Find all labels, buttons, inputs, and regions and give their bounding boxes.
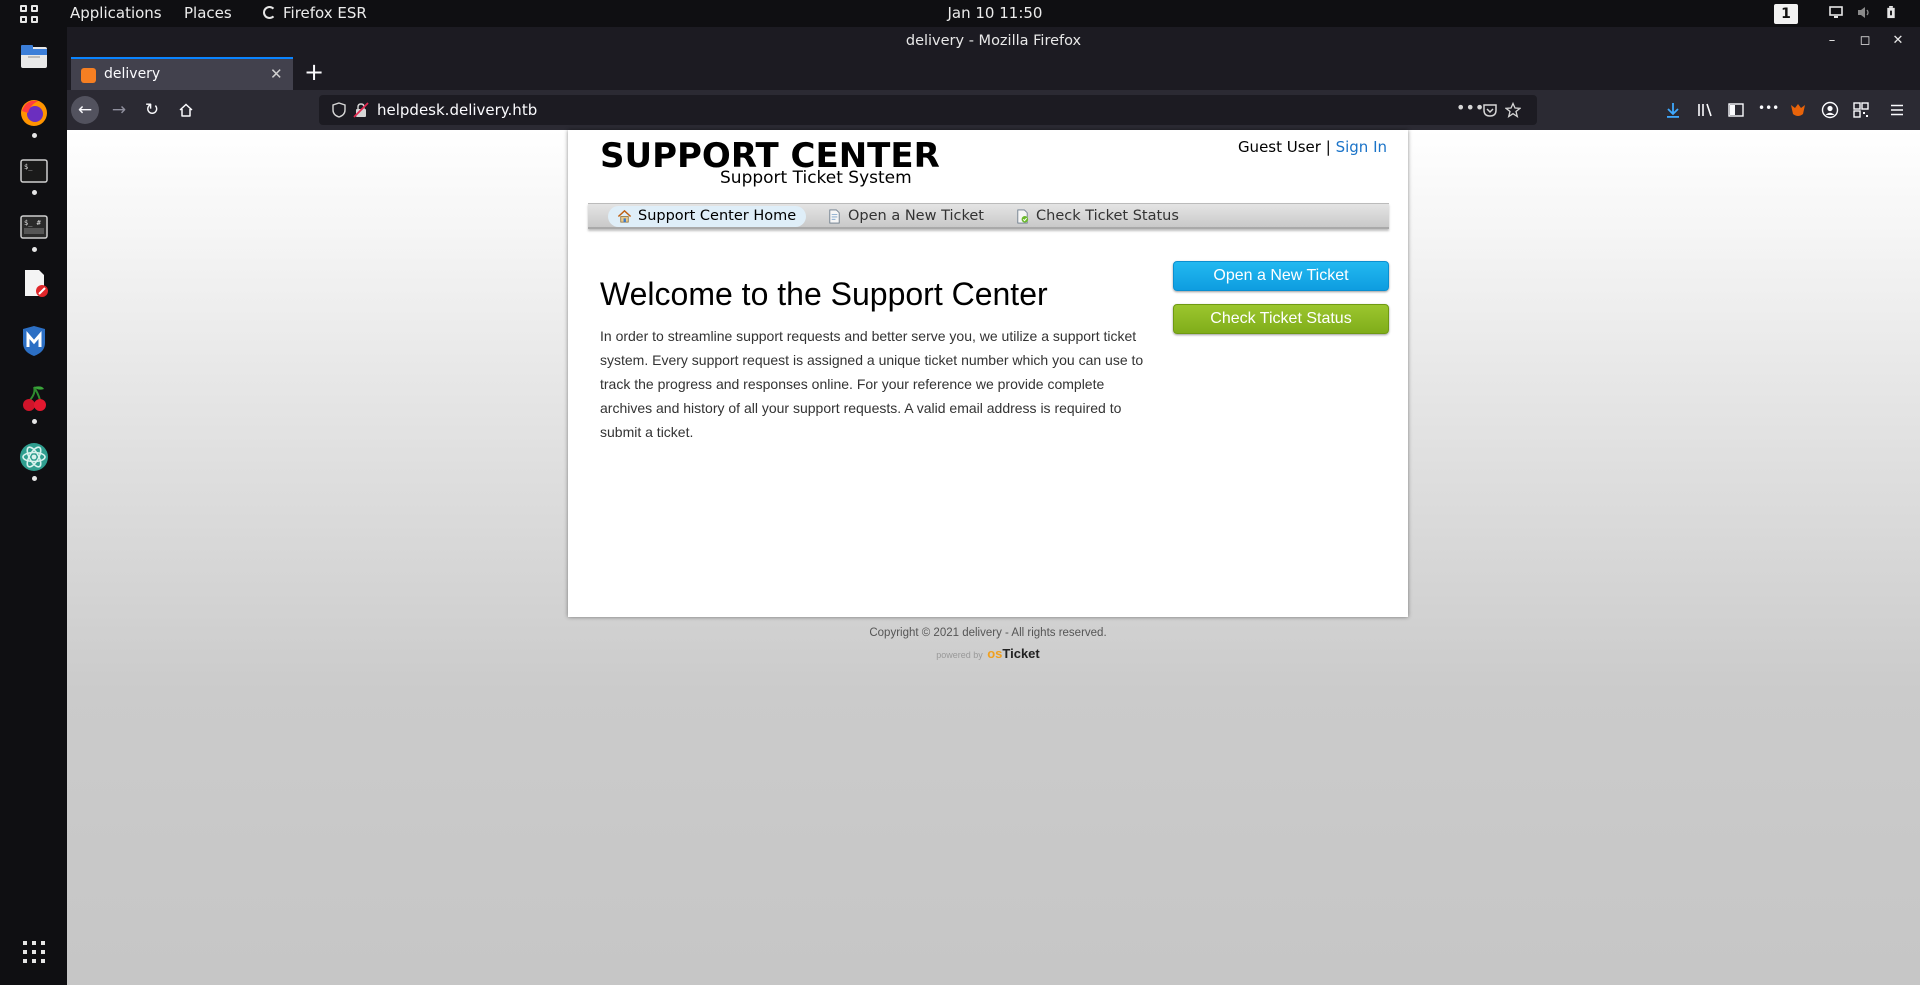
cherrytree-icon[interactable] [18,383,50,415]
svg-text:$_: $_ [24,163,33,171]
window-titlebar: delivery - Mozilla Firefox – ◻ ✕ [67,27,1920,57]
top-panel: Applications Places Firefox ESR Jan 10 1… [0,0,1920,27]
running-indicator [32,190,37,195]
sign-in-link[interactable]: Sign In [1336,138,1387,156]
page-actions-icon[interactable]: ••• [1456,100,1484,118]
library-icon[interactable] [1696,101,1714,119]
ticket-status-icon [1017,209,1029,224]
nav-label: Check Ticket Status [1036,208,1179,224]
root-terminal-icon[interactable]: $_ # [18,211,50,243]
show-apps-icon[interactable] [22,940,46,964]
hamburger-menu-icon[interactable] [1888,101,1906,119]
downloads-icon[interactable] [1664,101,1682,119]
pocket-icon[interactable] [1482,102,1498,118]
tab-label: delivery [104,66,161,82]
display-icon[interactable] [1829,6,1843,19]
qr-code-icon[interactable] [1852,101,1870,119]
powered-by-label: powered by [936,650,983,660]
web-content: SUPPORT CENTER Support Ticket System Gue… [67,130,1920,985]
back-button[interactable]: ← [71,96,99,124]
copyright-text: Copyright © 2021 delivery - All rights r… [869,627,1107,639]
open-new-ticket-button[interactable]: Open a New Ticket [1173,261,1389,291]
user-separator: | [1325,138,1331,156]
workspace-indicator[interactable]: 1 [1774,4,1798,24]
atom-icon[interactable] [18,441,50,473]
clock[interactable]: Jan 10 11:50 [0,4,1920,22]
svg-text:$_ #: $_ # [24,219,42,227]
home-icon [617,209,632,223]
new-tab-button[interactable]: + [301,60,327,86]
user-info: Guest User | Sign In [1238,138,1387,156]
url-text[interactable]: helpdesk.delivery.htb [377,101,537,119]
reload-button[interactable]: ↻ [138,96,166,124]
page-container: SUPPORT CENTER Support Ticket System Gue… [568,130,1408,617]
account-icon[interactable] [1821,101,1839,119]
firefox-dock-icon[interactable] [18,97,50,129]
dock: $_ $_ # [0,27,67,985]
site-logo-subtitle: Support Ticket System [720,168,912,188]
close-window-icon[interactable]: ✕ [1891,34,1905,48]
running-indicator [32,247,37,252]
volume-icon[interactable] [1857,6,1871,19]
url-bar[interactable]: helpdesk.delivery.htb ••• [319,95,1537,125]
nav-label: Support Center Home [638,208,797,224]
terminal-icon[interactable]: $_ [18,155,50,187]
insecure-lock-icon[interactable] [353,102,369,118]
forward-button[interactable]: → [105,96,133,124]
battery-icon[interactable] [1886,6,1896,19]
shield-icon[interactable] [331,102,347,118]
guest-user-label: Guest User [1237,138,1321,156]
tab-delivery[interactable]: delivery ✕ [71,57,293,90]
foxyproxy-icon[interactable] [1789,101,1807,119]
osticket-favicon-icon [81,68,96,83]
intro-paragraph: In order to streamline support requests … [600,328,1144,440]
powered-by-link[interactable]: powered by osTicket [568,645,1408,663]
navigation-toolbar: ← → ↻ helpdesk.delivery.htb ••• ••• [67,90,1920,130]
running-indicator [32,476,37,481]
files-icon[interactable] [18,41,50,73]
window-title: delivery - Mozilla Firefox [905,33,1082,49]
overflow-icon[interactable]: ••• [1758,99,1779,117]
osticket-logo: osTicket [987,646,1040,661]
page-title: Welcome to the Support Center [600,276,1048,312]
nav-label: Open a New Ticket [848,208,984,224]
new-ticket-icon [829,209,840,224]
running-indicator [32,133,37,138]
main-nav: Support Center Home Open a New Ticket Ch… [588,203,1389,229]
sidebar-icon[interactable] [1727,101,1745,119]
minimize-icon[interactable]: – [1825,34,1839,48]
text-editor-icon[interactable] [18,267,50,299]
running-indicator [32,419,37,424]
nav-support-center-home[interactable]: Support Center Home [608,206,807,227]
close-tab-icon[interactable]: ✕ [270,65,283,83]
nav-check-ticket-status[interactable]: Check Ticket Status [1006,206,1189,227]
metasploit-icon[interactable] [18,325,50,357]
nav-open-new-ticket[interactable]: Open a New Ticket [818,206,994,227]
maximize-icon[interactable]: ◻ [1858,34,1872,48]
tab-strip: delivery ✕ + [67,57,1920,90]
bookmark-star-icon[interactable] [1505,102,1521,118]
check-ticket-status-button[interactable]: Check Ticket Status [1173,304,1389,334]
home-button[interactable] [172,96,200,124]
